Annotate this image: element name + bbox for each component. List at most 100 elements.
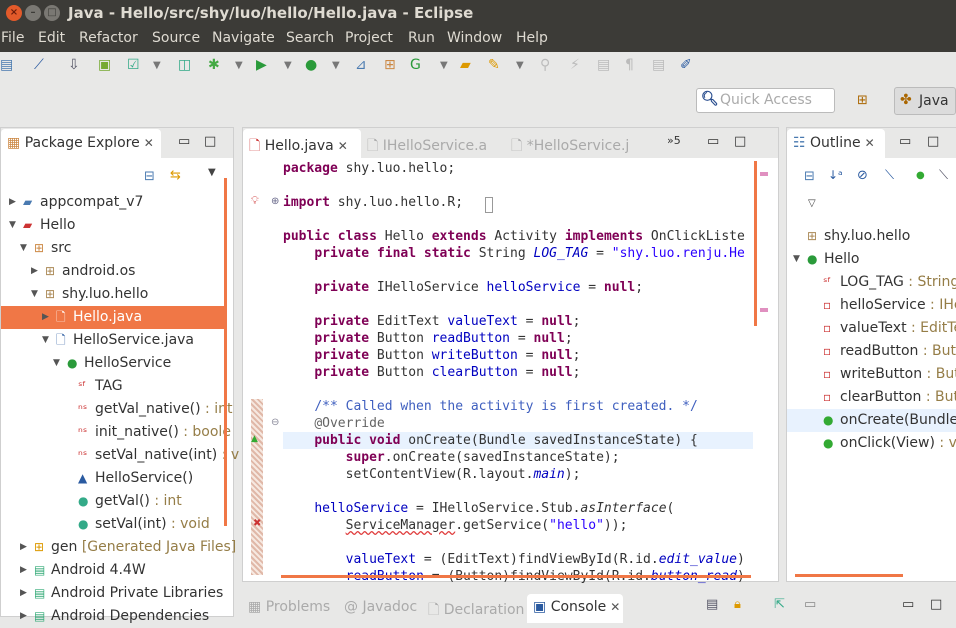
tree-item[interactable]: ▫ readButton : But [787, 340, 956, 363]
external-tools-icon[interactable]: ● [305, 57, 317, 73]
open-perspective-icon[interactable]: ⊞ [857, 93, 868, 108]
view-menu-icon[interactable]: ▼ [208, 167, 216, 178]
open-task-icon[interactable]: ✐ [680, 57, 692, 73]
overview-marker[interactable] [760, 308, 768, 312]
tree-item[interactable]: ▼ ● Hello [787, 248, 956, 271]
error-lightbulb-icon[interactable]: 💡︎ [251, 194, 259, 208]
maximize-window-button[interactable]: □ [44, 5, 60, 21]
collapse-all-icon[interactable]: ⊟ [144, 169, 155, 184]
tree-item[interactable]: ● getVal() : int [1, 490, 225, 513]
close-icon[interactable]: ✕ [865, 136, 875, 150]
tab-declaration[interactable]: 🗋︎ Declaration [422, 594, 530, 623]
tree-item[interactable]: ● onClick(View) : vo [787, 432, 956, 455]
close-icon[interactable]: ✕ [144, 136, 154, 150]
code-line[interactable]: public class Hello extends Activity impl… [283, 228, 745, 245]
tree-item[interactable]: ⁿˢ init_native() : boole [1, 421, 231, 444]
code-line[interactable]: private Button writeButton = null; [283, 347, 580, 364]
menu-source[interactable]: Source [152, 30, 200, 46]
toggle-mark-occurrences-icon[interactable]: ⚲ [540, 57, 550, 73]
hide-non-public-icon[interactable]: ● [916, 170, 925, 181]
toggle-breadcrumb-icon[interactable]: ⚡ [570, 57, 580, 73]
tree-item[interactable]: ⁿˢ setVal_native(int) : v [1, 444, 239, 467]
run-dropdown-icon[interactable]: ▼ [284, 60, 292, 71]
skip-breakpoints-icon[interactable]: ⟋ [34, 57, 44, 73]
print-icon[interactable]: ▤ [0, 57, 13, 73]
collapse-fold-icon[interactable]: ⊖ [271, 417, 279, 428]
tree-item[interactable]: ▫ valueText : EditTe [787, 317, 956, 340]
collapse-arrow-icon[interactable]: ▼ [53, 352, 60, 375]
menu-navigate[interactable]: Navigate [212, 30, 275, 46]
code-line[interactable]: /** Called when the activity is first cr… [283, 398, 698, 415]
clear-console-icon[interactable]: ▤ [706, 597, 718, 612]
tree-item[interactable]: ▼ ▰ Hello [1, 214, 225, 237]
menu-edit[interactable]: Edit [38, 30, 65, 46]
menu-project[interactable]: Project [345, 30, 393, 46]
folded-imports-marker[interactable] [485, 197, 493, 213]
word-wrap-icon[interactable]: ▤ [652, 57, 665, 73]
maximize-icon[interactable]: □ [204, 134, 216, 149]
code-line[interactable]: private IHelloService helloService = nul… [283, 279, 643, 296]
code-line[interactable]: helloService = IHelloService.Stub.asInte… [283, 500, 674, 517]
tree-item[interactable]: ▶ ▰ appcompat_v7 [1, 191, 225, 214]
maximize-icon[interactable]: □ [927, 134, 939, 149]
tree-item[interactable]: ˢᶠ LOG_TAG : String [787, 271, 956, 294]
tree-item[interactable]: ▶ 🗋︎ Hello.java [1, 306, 225, 329]
view-menu-icon[interactable]: ▽ [808, 198, 816, 209]
tab-outline[interactable]: ☷ Outline ✕ [787, 129, 885, 158]
code-line[interactable]: package shy.luo.hello; [283, 160, 455, 177]
search-dropdown-icon[interactable]: ▼ [516, 60, 524, 71]
tree-item[interactable]: ▼ 🗋︎ HelloService.java [1, 329, 225, 352]
code-line[interactable]: ServiceManager.getService("hello")); [283, 517, 628, 534]
scrollbar[interactable] [224, 178, 227, 526]
expand-arrow-icon[interactable]: ▶ [20, 582, 27, 605]
code-line[interactable]: private final static String LOG_TAG = "s… [283, 245, 745, 262]
vertical-scrollbar[interactable] [754, 161, 757, 326]
quick-access-input[interactable]: 🔍︎ Quick Access [696, 88, 835, 113]
menu-help[interactable]: Help [516, 30, 548, 46]
tree-item[interactable]: ▼ ⊞ shy.luo.hello [1, 283, 225, 306]
tab-ihelloservice-aidl[interactable]: 🗋︎ IHelloService.a [361, 129, 493, 158]
new-java-project-icon[interactable]: ⊿ [355, 57, 367, 73]
tree-item[interactable]: ▶ ▤ Android Private Libraries [1, 582, 225, 605]
show-whitespace-icon[interactable]: ▤ [597, 57, 610, 73]
tree-item[interactable]: ▼ ● HelloService [1, 352, 225, 375]
lint-dropdown-icon[interactable]: ▼ [153, 60, 161, 71]
minimize-icon[interactable]: ▭ [178, 134, 190, 149]
menu-refactor[interactable]: Refactor [79, 30, 138, 46]
new-class-dropdown-icon[interactable]: ▼ [440, 60, 448, 71]
new-package-icon[interactable]: ⊞ [384, 57, 396, 73]
expand-arrow-icon[interactable]: ▶ [42, 306, 49, 329]
code-line[interactable]: private Button readButton = null; [283, 330, 572, 347]
menu-window[interactable]: Window [447, 30, 502, 46]
expand-arrow-icon[interactable]: ▶ [31, 260, 38, 283]
tab-hello-java[interactable]: 🗋︎ Hello.java ✕ [243, 129, 361, 158]
close-icon[interactable]: ✕ [338, 139, 348, 153]
lint-check-icon[interactable]: ☑ [127, 57, 140, 73]
tree-item[interactable]: ▶ ▤ Android 4.4W [1, 559, 225, 582]
code-line[interactable]: @Override [283, 415, 384, 432]
block-selection-icon[interactable]: ¶ [625, 57, 634, 73]
hide-static-icon[interactable]: ⟍ [885, 168, 894, 183]
tree-item[interactable]: ▲ HelloService() [1, 467, 225, 490]
android-avd-manager-icon[interactable]: ▣ [98, 57, 111, 73]
horizontal-scrollbar[interactable] [795, 574, 903, 577]
tree-item[interactable]: ⊞ shy.luo.hello [787, 225, 956, 248]
close-icon[interactable]: ✕ [610, 600, 620, 614]
horizontal-scrollbar[interactable] [281, 575, 751, 578]
tree-item[interactable]: ▶ ⊞ android.os [1, 260, 225, 283]
tree-item[interactable]: ▫ writeButton : But [787, 363, 956, 386]
minimize-icon[interactable]: ▭ [707, 134, 719, 149]
display-console-icon[interactable]: ▭ [804, 597, 816, 612]
tree-item[interactable]: ● onCreate(Bundle [787, 409, 956, 432]
android-sdk-manager-icon[interactable]: ⇩ [68, 57, 80, 73]
expand-arrow-icon[interactable]: ▶ [20, 536, 27, 559]
error-marker-icon[interactable]: ✖ [253, 518, 261, 529]
hide-local-types-icon[interactable]: ⟍ [939, 168, 948, 183]
external-tools-dropdown-icon[interactable]: ▼ [332, 60, 340, 71]
expand-fold-icon[interactable]: ⊕ [271, 196, 279, 207]
open-type-icon[interactable]: ▰ [460, 57, 471, 73]
minimize-window-button[interactable]: – [25, 5, 41, 21]
menu-search[interactable]: Search [286, 30, 334, 46]
maximize-icon[interactable]: □ [734, 134, 746, 149]
menu-file[interactable]: File [1, 30, 24, 46]
